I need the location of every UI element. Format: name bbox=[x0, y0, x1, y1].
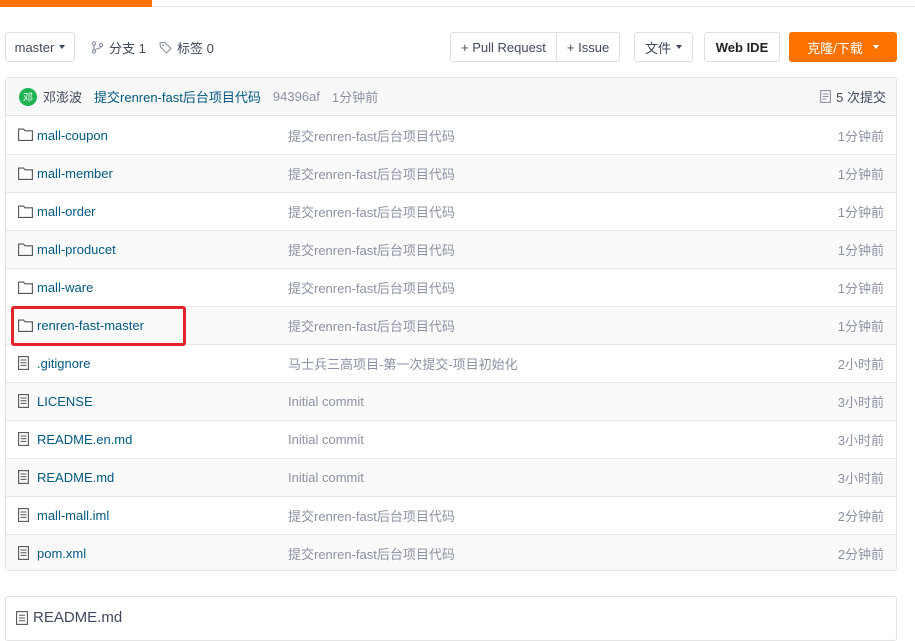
file-commit-message[interactable]: 提交renren-fast后台项目代码 bbox=[288, 164, 455, 183]
file-row[interactable]: README.en.md Initial commit 3小时前 bbox=[6, 420, 896, 458]
file-name-link[interactable]: mall-ware bbox=[37, 280, 93, 295]
highlight-box bbox=[11, 306, 186, 346]
file-commit-time: 3小时前 bbox=[837, 471, 884, 486]
tags-link[interactable]: 标签 0 bbox=[159, 32, 214, 62]
chevron-down-icon bbox=[676, 45, 682, 49]
file-commit-message[interactable]: 提交renren-fast后台项目代码 bbox=[288, 278, 455, 297]
file-icon bbox=[18, 356, 29, 373]
folder-icon bbox=[18, 243, 33, 259]
avatar[interactable]: 邓 bbox=[19, 87, 37, 106]
commits-icon bbox=[820, 90, 832, 103]
file-commit-message[interactable]: 提交renren-fast后台项目代码 bbox=[288, 316, 455, 335]
file-commit-message[interactable]: 提交renren-fast后台项目代码 bbox=[288, 126, 455, 145]
file-name-link[interactable]: pom.xml bbox=[37, 546, 86, 561]
pr-issue-group: + Pull Request + Issue bbox=[450, 32, 621, 62]
file-row[interactable]: mall-producet 提交renren-fast后台项目代码 1分钟前 bbox=[6, 230, 896, 268]
file-commit-time: 1分钟前 bbox=[837, 205, 884, 220]
file-commit-time: 1分钟前 bbox=[837, 243, 884, 258]
branch-select[interactable]: master bbox=[5, 32, 75, 62]
readme-title: README.md bbox=[33, 609, 123, 626]
file-row[interactable]: mall-mall.iml 提交renren-fast后台项目代码 2分钟前 bbox=[6, 496, 896, 534]
branches-link[interactable]: 分支 1 bbox=[91, 32, 146, 62]
file-commit-time: 2分钟前 bbox=[837, 547, 884, 562]
file-name-link[interactable]: mall-member bbox=[37, 166, 113, 181]
file-commit-time: 1分钟前 bbox=[837, 128, 884, 144]
file-icon bbox=[18, 470, 29, 487]
file-row[interactable]: pom.xml 提交renren-fast后台项目代码 2分钟前 bbox=[6, 534, 896, 570]
folder-icon bbox=[18, 128, 33, 144]
commit-message[interactable]: 提交renren-fast后台项目代码 bbox=[94, 87, 261, 106]
files-menu-button[interactable]: 文件 bbox=[634, 32, 693, 62]
issue-button[interactable]: + Issue bbox=[555, 33, 619, 61]
latest-commit-bar: 邓 邓澎波 提交renren-fast后台项目代码 94396af 1分钟前 5… bbox=[6, 78, 896, 116]
file-icon bbox=[18, 508, 29, 525]
commit-hash[interactable]: 94396af bbox=[273, 89, 320, 104]
file-name-link[interactable]: mall-order bbox=[37, 204, 96, 219]
web-ide-button[interactable]: Web IDE bbox=[704, 32, 780, 62]
files-menu-label: 文件 bbox=[644, 40, 671, 56]
commit-count-link[interactable]: 5 次提交 bbox=[820, 78, 886, 115]
file-commit-time: 1分钟前 bbox=[837, 167, 884, 182]
file-commit-message[interactable]: 马士兵三高项目-第一次提交-项目初始化 bbox=[288, 354, 518, 373]
file-icon bbox=[18, 546, 29, 563]
file-commit-message[interactable]: 提交renren-fast后台项目代码 bbox=[288, 544, 455, 563]
file-commit-message[interactable]: 提交renren-fast后台项目代码 bbox=[288, 240, 455, 259]
file-name-link[interactable]: mall-mall.iml bbox=[37, 508, 109, 523]
file-commit-message[interactable]: Initial commit bbox=[288, 432, 364, 447]
file-row[interactable]: .gitignore 马士兵三高项目-第一次提交-项目初始化 2小时前 bbox=[6, 344, 896, 382]
folder-icon bbox=[18, 281, 33, 297]
file-commit-time: 2分钟前 bbox=[837, 509, 884, 524]
branch-select-label: master bbox=[14, 39, 55, 55]
file-row[interactable]: LICENSE Initial commit 3小时前 bbox=[6, 382, 896, 420]
file-row[interactable]: mall-ware 提交renren-fast后台项目代码 1分钟前 bbox=[6, 268, 896, 306]
file-commit-message[interactable]: 提交renren-fast后台项目代码 bbox=[288, 202, 455, 221]
file-icon bbox=[18, 432, 29, 449]
folder-icon bbox=[18, 167, 33, 183]
branches-label: 分支 1 bbox=[109, 40, 146, 56]
readme-panel: README.md bbox=[5, 596, 897, 641]
repo-toolbar: master 分支 1 标签 0 + Pull Request + Issue … bbox=[0, 32, 915, 64]
file-commit-message[interactable]: Initial commit bbox=[288, 394, 364, 409]
tag-icon bbox=[159, 41, 172, 54]
active-tab-indicator bbox=[0, 0, 152, 7]
file-name-link[interactable]: .gitignore bbox=[37, 356, 90, 371]
file-commit-message[interactable]: 提交renren-fast后台项目代码 bbox=[288, 506, 455, 525]
pull-request-button[interactable]: + Pull Request bbox=[451, 33, 556, 61]
branch-icon bbox=[91, 40, 104, 54]
file-commit-time: 1分钟前 bbox=[837, 319, 884, 334]
file-name-link[interactable]: mall-coupon bbox=[37, 128, 108, 143]
file-commit-time: 3小时前 bbox=[837, 395, 884, 410]
readme-header: README.md bbox=[16, 609, 122, 626]
chevron-down-icon bbox=[872, 45, 879, 49]
commit-count-label: 5 次提交 bbox=[836, 90, 886, 105]
chevron-down-icon bbox=[59, 45, 66, 49]
file-name-link[interactable]: mall-producet bbox=[37, 242, 116, 257]
file-row[interactable]: README.md Initial commit 3小时前 bbox=[6, 458, 896, 496]
file-icon bbox=[18, 394, 29, 411]
file-commit-time: 1分钟前 bbox=[837, 281, 884, 296]
tags-label: 标签 0 bbox=[177, 40, 214, 56]
file-icon bbox=[16, 610, 28, 625]
file-commit-message[interactable]: Initial commit bbox=[288, 470, 364, 485]
file-name-link[interactable]: README.md bbox=[37, 470, 114, 485]
file-commit-time: 2小时前 bbox=[837, 357, 884, 372]
commit-author[interactable]: 邓澎波 bbox=[43, 87, 82, 106]
file-row[interactable]: mall-coupon 提交renren-fast后台项目代码 1分钟前 bbox=[6, 116, 896, 154]
file-name-link[interactable]: LICENSE bbox=[37, 394, 93, 409]
file-row[interactable]: mall-member 提交renren-fast后台项目代码 1分钟前 bbox=[6, 154, 896, 192]
file-commit-time: 3小时前 bbox=[837, 433, 884, 448]
file-name-link[interactable]: README.en.md bbox=[37, 432, 132, 447]
clone-download-label: 克隆/下载 bbox=[807, 40, 863, 56]
file-row[interactable]: mall-order 提交renren-fast后台项目代码 1分钟前 bbox=[6, 192, 896, 230]
clone-download-button[interactable]: 克隆/下载 bbox=[789, 32, 897, 62]
commit-time: 1分钟前 bbox=[331, 90, 379, 105]
folder-icon bbox=[18, 205, 33, 221]
